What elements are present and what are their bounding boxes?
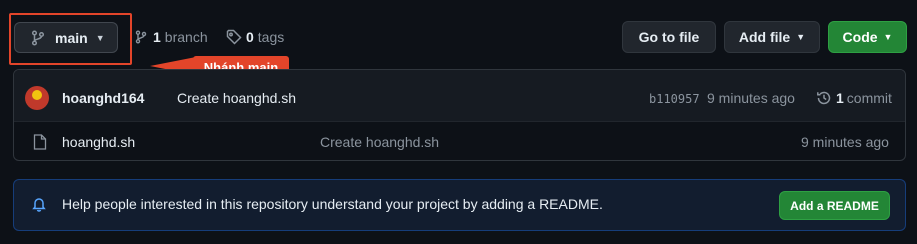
history-icon [816,90,832,106]
commit-count: 1 [836,90,844,106]
readme-banner: Help people interested in this repositor… [13,179,906,231]
tag-label: tags [257,29,285,45]
add-readme-button[interactable]: Add a README [779,191,890,220]
bell-icon [31,196,47,217]
latest-commit-row: hoanghd164 Create hoanghd.sh b110957 9 m… [14,70,905,122]
code-button[interactable]: Code ▼ [828,21,907,53]
readme-banner-text: Help people interested in this repositor… [62,196,603,212]
commit-label: commit [846,90,892,106]
code-label: Code [842,29,878,45]
commit-author-link[interactable]: hoanghd164 [62,90,144,106]
table-row[interactable]: hoanghd.sh Create hoanghd.sh 9 minutes a… [14,123,905,160]
file-commit-time: 9 minutes ago [801,134,889,150]
go-to-file-label: Go to file [638,29,700,45]
file-name-link[interactable]: hoanghd.sh [62,134,135,150]
add-file-button[interactable]: Add file ▼ [724,21,820,53]
add-readme-label: Add a README [790,198,879,213]
commit-history-link[interactable]: 1 commit [816,90,892,106]
tags-link[interactable]: 0 tags [226,28,284,46]
commit-sha-link[interactable]: b110957 [649,92,700,106]
tag-icon [226,29,242,45]
commit-time: 9 minutes ago [707,90,795,106]
branch-count: 1 [153,29,161,45]
tag-count: 0 [246,29,254,45]
branch-label: branch [164,29,208,45]
caret-down-icon: ▼ [883,32,893,42]
go-to-file-button[interactable]: Go to file [622,21,716,53]
file-commit-message-link[interactable]: Create hoanghd.sh [320,134,439,150]
avatar[interactable] [25,86,49,110]
file-table: hoanghd164 Create hoanghd.sh b110957 9 m… [13,69,906,161]
caret-down-icon: ▼ [796,32,806,42]
add-file-label: Add file [738,29,791,45]
branches-link[interactable]: 1 branch [135,28,208,46]
commit-message-link[interactable]: Create hoanghd.sh [177,90,296,106]
file-icon [33,134,47,155]
git-branch-icon [135,29,147,45]
annotation-highlight-box [9,13,132,65]
